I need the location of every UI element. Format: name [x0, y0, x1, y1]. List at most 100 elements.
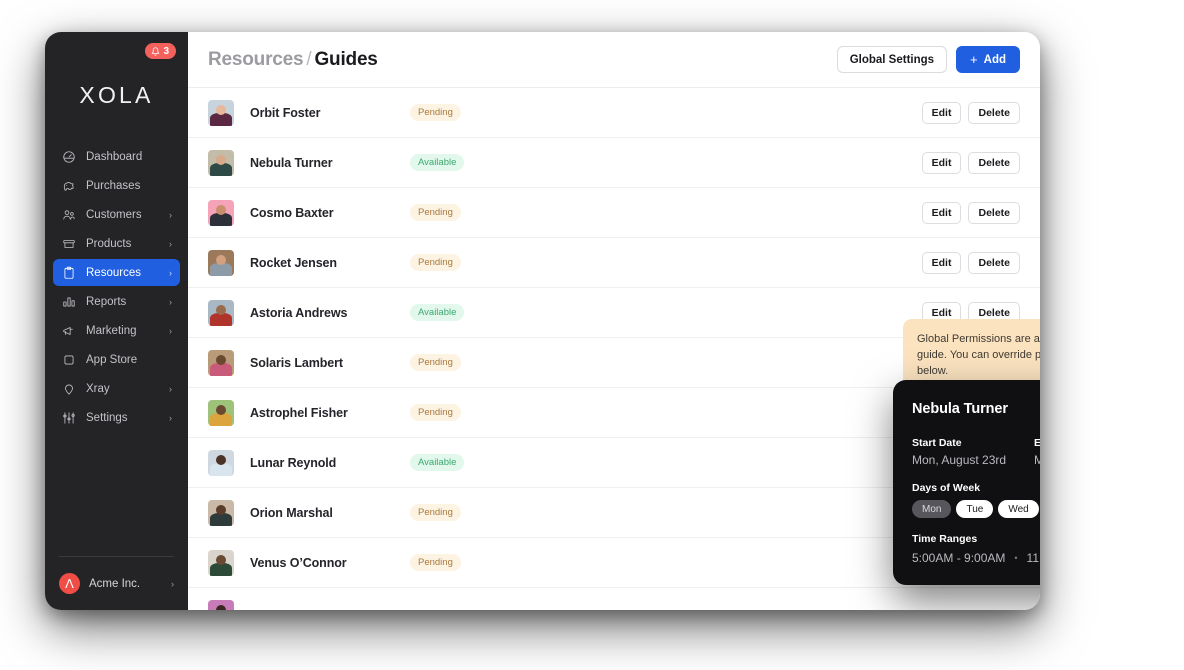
avatar	[208, 500, 234, 526]
row-actions: Edit Delete	[922, 152, 1020, 174]
notification-badge[interactable]: 3	[145, 43, 176, 59]
table-row[interactable]	[188, 588, 1040, 610]
pin-icon	[61, 381, 76, 396]
sidebar-item-resources[interactable]: Resources ›	[53, 259, 180, 286]
table-row[interactable]: Orbit FosterPendingEditDelete	[188, 88, 1040, 138]
time-ranges-block: Time Ranges 5:00AM - 9:00AM•11:00AM - 1:…	[912, 533, 1040, 565]
chevron-right-icon: ›	[169, 384, 172, 394]
chevron-right-icon: ›	[169, 268, 172, 278]
guide-detail-card: Nebula Turner Available	[893, 380, 1040, 585]
users-icon	[61, 207, 76, 222]
edit-button[interactable]: Edit	[922, 252, 962, 274]
status-badge: Pending	[410, 404, 461, 422]
piggy-bank-icon	[61, 178, 76, 193]
avatar	[208, 100, 234, 126]
sidebar-label: App Store	[86, 354, 162, 366]
time-ranges-values: 5:00AM - 9:00AM•11:00AM - 1:00PM•3:00PM …	[912, 551, 1040, 565]
sidebar-label: Resources	[86, 267, 159, 279]
screenshot-stage: 3 XOLA Dashboard Purchases	[0, 0, 1184, 670]
avatar	[208, 400, 234, 426]
status-badge: Pending	[410, 104, 461, 122]
sidebar-item-marketing[interactable]: Marketing ›	[53, 317, 180, 344]
guide-name: Astoria Andrews	[250, 306, 410, 320]
row-actions: Edit Delete	[922, 202, 1020, 224]
sidebar-item-customers[interactable]: Customers ›	[53, 201, 180, 228]
sidebar-label: Customers	[86, 209, 159, 221]
detail-card-header: Nebula Turner Available	[912, 397, 1040, 421]
sidebar-nav: Dashboard Purchases Customers ›	[45, 143, 188, 431]
start-date-block: Start Date Mon, August 23rd	[912, 437, 1034, 467]
day-pill-wed[interactable]: Wed	[998, 500, 1038, 518]
sidebar-item-app-store[interactable]: App Store	[53, 346, 180, 373]
guide-name: Orion Marshal	[250, 506, 410, 520]
sidebar: 3 XOLA Dashboard Purchases	[45, 32, 188, 610]
end-date-block: End Date Mon, September 23rd	[1034, 437, 1040, 467]
global-permissions-text: Global Permissions are assigned to this …	[917, 332, 1040, 380]
sidebar-label: Dashboard	[86, 151, 162, 163]
status-badge: Pending	[410, 204, 461, 222]
org-switcher[interactable]: Λ Acme Inc. ›	[59, 573, 174, 594]
sidebar-label: Products	[86, 238, 159, 250]
avatar	[208, 350, 234, 376]
days-of-week-block: Days of Week MonTueWedThrFriSatSun	[912, 482, 1040, 518]
sidebar-footer: Λ Acme Inc. ›	[45, 556, 188, 610]
guide-name: Nebula Turner	[250, 156, 410, 170]
add-button-label: Add	[984, 54, 1006, 66]
time-range: 5:00AM - 9:00AM	[912, 551, 1005, 565]
sidebar-item-products[interactable]: Products ›	[53, 230, 180, 257]
status-badge: Available	[410, 454, 464, 472]
sidebar-label: Xray	[86, 383, 159, 395]
table-row[interactable]: Nebula TurnerAvailable Edit Delete	[188, 138, 1040, 188]
row-actions: Edit Delete	[922, 252, 1020, 274]
days-of-week-label: Days of Week	[912, 482, 1040, 494]
sidebar-label: Purchases	[86, 180, 162, 192]
edit-button[interactable]: Edit	[922, 152, 962, 174]
org-avatar: Λ	[59, 573, 80, 594]
start-date-label: Start Date	[912, 437, 1034, 449]
delete-button[interactable]: Delete	[968, 252, 1020, 274]
global-settings-button[interactable]: Global Settings	[837, 46, 947, 73]
avatar	[208, 200, 234, 226]
app-window: 3 XOLA Dashboard Purchases	[45, 32, 1040, 610]
square-icon	[61, 352, 76, 367]
add-button[interactable]: + Add	[956, 46, 1020, 73]
time-ranges-label: Time Ranges	[912, 533, 1040, 545]
day-pill-mon[interactable]: Mon	[912, 500, 951, 518]
detail-card-title: Nebula Turner	[912, 401, 1008, 417]
chevron-right-icon: ›	[169, 326, 172, 336]
sidebar-item-dashboard[interactable]: Dashboard	[53, 143, 180, 170]
avatar	[208, 250, 234, 276]
delete-button[interactable]: Delete	[968, 202, 1020, 224]
edit-button[interactable]: Edit	[922, 102, 962, 124]
avatar	[208, 450, 234, 476]
table-row[interactable]: Cosmo BaxterPendingEditDelete	[188, 188, 1040, 238]
status-badge: Pending	[410, 504, 461, 522]
sidebar-item-xray[interactable]: Xray ›	[53, 375, 180, 402]
guide-name: Astrophel Fisher	[250, 406, 410, 420]
chevron-right-icon: ›	[169, 297, 172, 307]
time-separator: •	[1014, 553, 1017, 563]
avatar	[208, 550, 234, 576]
plus-icon: +	[970, 53, 978, 66]
status-badge: Available	[410, 154, 464, 172]
divider	[59, 556, 174, 557]
org-name: Acme Inc.	[89, 578, 162, 590]
sidebar-item-reports[interactable]: Reports ›	[53, 288, 180, 315]
bell-icon	[151, 47, 160, 56]
day-pill-tue[interactable]: Tue	[956, 500, 993, 518]
breadcrumb-parent[interactable]: Resources	[208, 49, 303, 70]
sidebar-item-purchases[interactable]: Purchases	[53, 172, 180, 199]
header-actions: Global Settings + Add	[837, 46, 1020, 73]
guide-name: Lunar Reynold	[250, 456, 410, 470]
sidebar-item-settings[interactable]: Settings ›	[53, 404, 180, 431]
main-content: Resources/Guides Global Settings + Add O…	[188, 32, 1040, 610]
notification-count: 3	[163, 46, 169, 57]
delete-button[interactable]: Delete	[968, 152, 1020, 174]
edit-button[interactable]: Edit	[922, 202, 962, 224]
guide-name: Venus O’Connor	[250, 556, 410, 570]
delete-button[interactable]: Delete	[968, 102, 1020, 124]
breadcrumb-separator: /	[303, 49, 314, 70]
guide-name: Solaris Lambert	[250, 356, 410, 370]
sidebar-label: Settings	[86, 412, 159, 424]
table-row[interactable]: Rocket JensenPendingEditDelete	[188, 238, 1040, 288]
